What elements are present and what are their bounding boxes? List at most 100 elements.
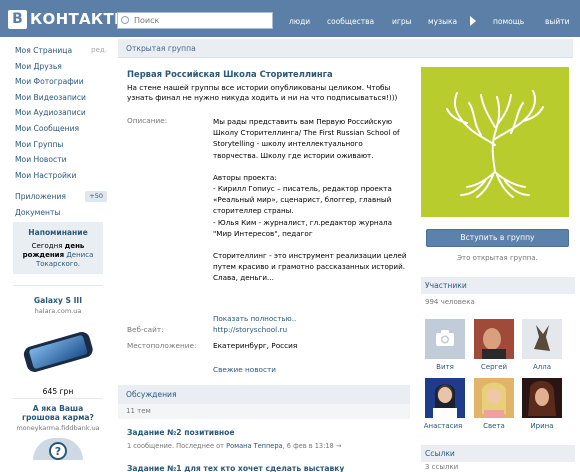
menu-item-friends[interactable]: Мои Друзья xyxy=(15,59,115,75)
nav-communities[interactable]: сообщества xyxy=(327,17,374,26)
member-name[interactable]: Света xyxy=(472,422,516,430)
phone-image[interactable] xyxy=(18,329,98,373)
ad-domain: moneykarma.fiddbank.ua xyxy=(16,424,100,432)
tree-image xyxy=(446,90,544,198)
description-paragraph: Слава, деньги... xyxy=(213,273,274,283)
member-photo xyxy=(474,319,514,359)
member-photo xyxy=(522,319,562,359)
fresh-news-link[interactable]: Свежие новости xyxy=(213,365,276,374)
nav-music[interactable]: музыка xyxy=(428,17,457,26)
links-title: Ссылки xyxy=(425,449,455,458)
nav-people[interactable]: люди xyxy=(289,17,310,26)
menu-item-news[interactable]: Мои Новости xyxy=(15,152,115,168)
question-icon[interactable]: ? xyxy=(33,438,83,460)
menu-item-settings[interactable]: Мои Настройки xyxy=(15,168,115,184)
member-photo xyxy=(425,378,465,418)
topic-author-link[interactable]: Романа Теппера xyxy=(226,442,282,450)
nav-help[interactable]: помощь xyxy=(493,17,524,26)
description-paragraph: Авторы проекта: xyxy=(213,172,277,182)
menu-item-audio[interactable]: Мои Аудиозаписи xyxy=(15,105,115,121)
website-label: Веб-сайт: xyxy=(127,325,164,334)
logo[interactable]: В КОНТАКТЕ xyxy=(8,9,125,29)
group-description: Мы рады представить вам Первую Российску… xyxy=(213,116,408,284)
apps-count-badge: +50 xyxy=(85,191,107,203)
member-name[interactable]: Анастасия xyxy=(421,422,465,430)
reminder-body: Сегодня день рождения Дениса Токарского. xyxy=(17,242,99,269)
description-paragraph: Сторителлинг - это инструмент реализации… xyxy=(213,251,407,272)
member-name[interactable]: Ирина xyxy=(520,422,564,430)
description-paragraph: - Юлья Ким - журналист, гл.редактор журн… xyxy=(213,217,392,238)
website-link[interactable]: http://storyschool.ru xyxy=(213,325,287,334)
member-avatar[interactable] xyxy=(522,319,562,359)
menu-item-messages[interactable]: Мои Сообщения xyxy=(15,121,115,137)
member-name[interactable]: Витя xyxy=(423,363,467,371)
menu-item-my-page[interactable]: Моя Страница ред. xyxy=(15,43,115,59)
member-photo xyxy=(474,378,514,418)
menu-item-photos[interactable]: Мои Фотографии xyxy=(15,74,115,90)
search-input[interactable] xyxy=(117,12,273,29)
open-group-note: Это открытая группа. xyxy=(457,254,538,262)
member-avatar[interactable] xyxy=(425,378,465,418)
topic-meta-text: 1 сообщение. Последнее от xyxy=(127,442,225,450)
location-label: Местоположение: xyxy=(127,341,197,350)
member-name[interactable]: Сергей xyxy=(472,363,516,371)
discussions-header[interactable]: Обсуждения xyxy=(118,385,410,404)
member-photo xyxy=(522,378,562,418)
logo-text: КОНТАКТЕ xyxy=(30,10,125,28)
header-bar: В КОНТАКТЕ люди сообщества игры музыка п… xyxy=(0,0,580,37)
menu-label: Моя Страница xyxy=(15,46,73,55)
description-label: Описание: xyxy=(127,116,168,125)
reminder-text: день xyxy=(64,242,85,250)
member-avatar[interactable] xyxy=(522,378,562,418)
nav-logout[interactable]: выйти xyxy=(545,17,569,26)
camera-icon xyxy=(436,330,454,346)
menu-item-apps[interactable]: Приложения +50 xyxy=(15,189,115,205)
group-type: Открытая группа xyxy=(126,44,196,53)
arrow-right-icon[interactable]: → xyxy=(336,442,342,450)
birthday-reminder: Напоминание Сегодня день рождения Дениса… xyxy=(13,222,103,274)
location-value: Екатеринбург, Россия xyxy=(213,341,298,350)
menu-label: Приложения xyxy=(15,192,66,202)
search-icon xyxy=(121,16,129,24)
member-avatar[interactable] xyxy=(425,319,465,359)
ad-title[interactable]: А яка Ваша грошова карма? xyxy=(13,404,103,422)
topic-title-link[interactable]: Задание №1 для тех кто хочет сделать выс… xyxy=(127,464,344,472)
topic-date: , 6 фев в 13:18 xyxy=(282,442,334,450)
discussions-count: 11 тем xyxy=(126,407,151,415)
logo-badge: В xyxy=(8,9,27,29)
links-count: 3 ссылки xyxy=(425,463,459,471)
members-title: Участники xyxy=(425,281,467,290)
reminder-text: рождения xyxy=(22,251,65,259)
ad-galaxy[interactable]: Galaxy S III halara.com.ua 645 грн xyxy=(13,285,103,396)
show-more-link[interactable]: Показать полностью.. xyxy=(213,314,296,323)
member-avatar[interactable] xyxy=(474,319,514,359)
left-menu: Моя Страница ред. Мои Друзья Мои Фотограф… xyxy=(15,43,115,221)
description-paragraph: Мы рады представить вам Первую Российску… xyxy=(213,117,400,160)
group-status: На стене нашей группы все истории опубли… xyxy=(127,83,398,102)
join-group-button[interactable]: Вступить в группу xyxy=(426,229,569,247)
discussions-count-bar: 11 тем xyxy=(118,404,410,419)
play-icon[interactable] xyxy=(470,16,476,26)
discussions-title: Обсуждения xyxy=(126,390,177,399)
members-count: 994 человека xyxy=(425,298,475,306)
topic-title-link[interactable]: Задание №2 позитивное xyxy=(127,428,235,437)
edit-link[interactable]: ред. xyxy=(91,43,107,59)
group-type-bar: Открытая группа xyxy=(118,39,573,58)
nav-games[interactable]: игры xyxy=(392,17,412,26)
member-name[interactable]: Алла xyxy=(520,363,564,371)
menu-item-videos[interactable]: Мои Видеозаписи xyxy=(15,90,115,106)
links-header[interactable]: Ссылки xyxy=(421,445,575,462)
topic-meta: 1 сообщение. Последнее от Романа Теппера… xyxy=(127,442,341,450)
ad-karma[interactable]: А яка Ваша грошова карма? moneykarma.fid… xyxy=(13,398,103,460)
menu-item-groups[interactable]: Мои Группы xyxy=(15,137,115,153)
ad-title[interactable]: Galaxy S III xyxy=(13,296,103,305)
question-glyph: ? xyxy=(49,442,67,460)
members-header[interactable]: Участники xyxy=(421,277,575,294)
member-avatar[interactable] xyxy=(474,378,514,418)
reminder-title: Напоминание xyxy=(28,228,88,237)
group-avatar[interactable] xyxy=(421,67,569,217)
group-name: Первая Российская Школа Сторителлинга xyxy=(127,69,333,79)
reminder-text: Сегодня xyxy=(31,242,63,250)
description-paragraph: - Кирилл Гопиус – писатель, редактор про… xyxy=(213,184,392,216)
menu-item-docs[interactable]: Документы xyxy=(15,205,115,221)
